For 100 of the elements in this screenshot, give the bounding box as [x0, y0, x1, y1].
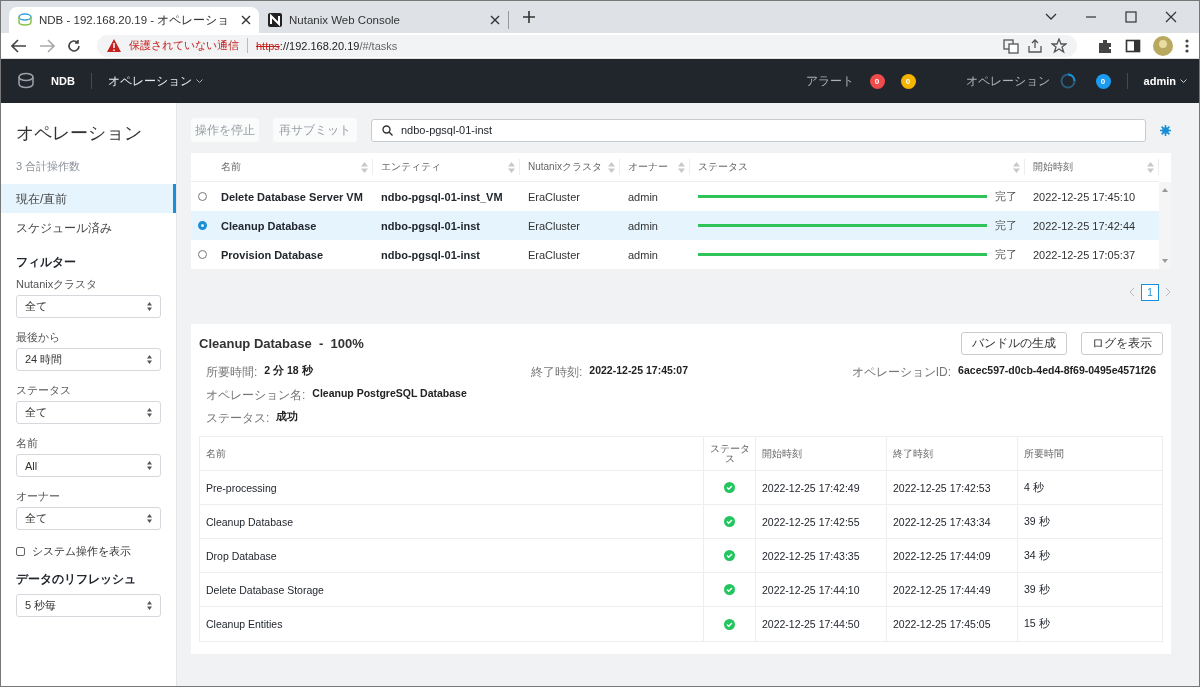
- action-button[interactable]: ログを表示: [1081, 332, 1163, 355]
- column-header[interactable]: エンティティ: [373, 159, 520, 175]
- column-header: 名前: [200, 437, 704, 470]
- table-cell-text: ndbo-pgsql-01-inst: [380, 248, 481, 261]
- filter-label: オーナー: [15, 489, 61, 504]
- menu-dropdown[interactable]: オペレーション: [107, 72, 203, 90]
- table-row[interactable]: Cleanup Database ndbo-pgsql-01-inst EraCluster admin 完了 2022-12-25 17:42:44: [191, 211, 1159, 240]
- table-cell: 2022-12-25 17:42:53: [887, 471, 1018, 504]
- table-cell-text: 4 秒: [1023, 479, 1045, 495]
- table-cell: 2022-12-25 17:45:05: [887, 607, 1018, 641]
- table-row[interactable]: Provision Database ndbo-pgsql-01-inst EraCluster admin 完了 2022-12-25 17:05:37: [191, 240, 1159, 269]
- database-icon: [17, 12, 33, 28]
- table-cell: 2022-12-25 17:44:10: [756, 573, 887, 606]
- warning-icon: [107, 39, 121, 52]
- field-value: 2022-12-25 17:45:07: [589, 364, 688, 378]
- sort-icon: [508, 161, 515, 173]
- browser-tab[interactable]: NDB - 192.168.20.19 - オペレーショ: [9, 7, 259, 33]
- select-field[interactable]: 全て: [16, 401, 161, 424]
- search-icon: [382, 124, 393, 136]
- page-number[interactable]: 1: [1141, 283, 1159, 301]
- select-field[interactable]: 全て: [16, 295, 161, 318]
- column-header[interactable]: オーナー: [620, 159, 690, 175]
- sort-icon: [1013, 161, 1020, 173]
- table-cell: 2022-12-25 17:44:50: [756, 607, 887, 641]
- table-cell-text: 34 秒: [1023, 547, 1051, 563]
- star-icon[interactable]: [1051, 37, 1067, 54]
- status-text: 完了: [995, 247, 1017, 262]
- more-icon[interactable]: [1185, 37, 1189, 54]
- close-icon[interactable]: [490, 15, 500, 25]
- table-cell-text: 15 秒: [1023, 616, 1051, 631]
- select-field[interactable]: 全て: [16, 507, 161, 530]
- filter-label: ステータス: [15, 383, 72, 398]
- table-cell: 2022-12-25 17:44:49: [887, 573, 1018, 606]
- close-icon[interactable]: [1165, 11, 1177, 23]
- table-cell-text: Cleanup Database: [220, 219, 318, 232]
- operations-label[interactable]: オペレーション: [965, 72, 1050, 90]
- search-field[interactable]: ndbo-pgsql-01-inst: [371, 118, 1146, 142]
- action-button[interactable]: バンドルの生成: [961, 332, 1067, 355]
- column-header: 所要時間: [1023, 446, 1065, 461]
- scrollbar[interactable]: [1159, 182, 1171, 269]
- share-icon[interactable]: [1027, 37, 1043, 54]
- table-cell: Pre-processing: [200, 471, 704, 504]
- user-menu[interactable]: admin: [1143, 75, 1187, 87]
- column-header[interactable]: Nutanixクラスタ: [520, 159, 620, 175]
- browser-tab[interactable]: Nutanix Web Console: [259, 11, 509, 29]
- sort-icon: [147, 601, 152, 610]
- select-field[interactable]: All: [16, 454, 161, 477]
- column-header[interactable]: ステータス: [690, 159, 1025, 175]
- translate-icon[interactable]: [1003, 37, 1019, 54]
- radio-button[interactable]: [197, 221, 207, 230]
- plus-icon[interactable]: [523, 11, 535, 23]
- sidebar-icon[interactable]: [1125, 37, 1141, 54]
- sort-icon: [147, 461, 152, 470]
- filter-label: Nutanixクラスタ: [15, 277, 99, 292]
- chevron-down-icon[interactable]: [1045, 13, 1057, 21]
- count-badge[interactable]: 0: [869, 73, 885, 89]
- table-cell: 2022-12-25 17:42:55: [756, 505, 887, 538]
- caret-icon: [195, 78, 203, 84]
- table-cell-text: admin: [627, 248, 659, 261]
- table-cell-text: Delete Database Server VM: [220, 190, 364, 203]
- table-cell-text: ndbo-pgsql-01-inst: [380, 219, 481, 232]
- sort-icon: [147, 355, 152, 364]
- sort-icon: [147, 514, 152, 523]
- field-value: 2 分 18 秒: [264, 364, 313, 378]
- checkbox[interactable]: [16, 547, 25, 556]
- checkbox-label[interactable]: システム操作を表示: [32, 544, 131, 559]
- sidebar-item[interactable]: スケジュール済み: [1, 213, 176, 242]
- maximize-icon[interactable]: [1125, 11, 1137, 23]
- table-cell: Drop Database: [200, 539, 704, 572]
- reload-icon[interactable]: [67, 38, 81, 53]
- select-field[interactable]: 5 秒毎: [16, 594, 161, 617]
- arrow-down-icon: [1162, 259, 1168, 263]
- status-text: 完了: [995, 189, 1017, 204]
- field-value: Cleanup PostgreSQL Database: [312, 387, 467, 401]
- select-field[interactable]: 24 時間: [16, 348, 161, 371]
- table-cell: 2022-12-25 17:43:35: [756, 539, 887, 572]
- column-header[interactable]: 名前: [213, 159, 373, 175]
- sort-icon: [1147, 161, 1154, 173]
- sidebar-item[interactable]: 現在/直前: [1, 184, 176, 213]
- table-row[interactable]: Delete Database Server VM ndbo-pgsql-01-inst_VM EraCluster admin 完了 2022-12-25 17:45:10: [191, 182, 1159, 211]
- table-cell-text: admin: [627, 219, 659, 232]
- address-field[interactable]: 保護されていない通信 https://192.168.20.19/#/tasks: [97, 34, 1077, 57]
- field-label: オペレーション名:: [206, 387, 306, 404]
- sort-icon: [608, 161, 615, 173]
- alerts-label[interactable]: アラート: [805, 72, 854, 90]
- filter-label: 名前: [15, 436, 39, 451]
- settings-icon[interactable]: [1160, 124, 1171, 136]
- logo-icon: [267, 12, 283, 28]
- table-cell-text: 39 秒: [1023, 513, 1051, 529]
- close-icon[interactable]: [241, 15, 251, 25]
- column-header[interactable]: 開始時刻: [1025, 159, 1159, 175]
- back-icon[interactable]: [11, 38, 27, 53]
- product-name: NDB: [51, 75, 75, 87]
- column-header: 終了時刻: [887, 437, 1018, 470]
- table-cell: 2022-12-25 17:44:09: [887, 539, 1018, 572]
- table-cell-text: admin: [627, 190, 659, 203]
- sort-icon: [361, 161, 368, 173]
- filter-heading: フィルター: [15, 254, 77, 271]
- puzzle-icon[interactable]: [1097, 37, 1113, 54]
- detail-title: Cleanup Database - 100%: [199, 336, 364, 351]
